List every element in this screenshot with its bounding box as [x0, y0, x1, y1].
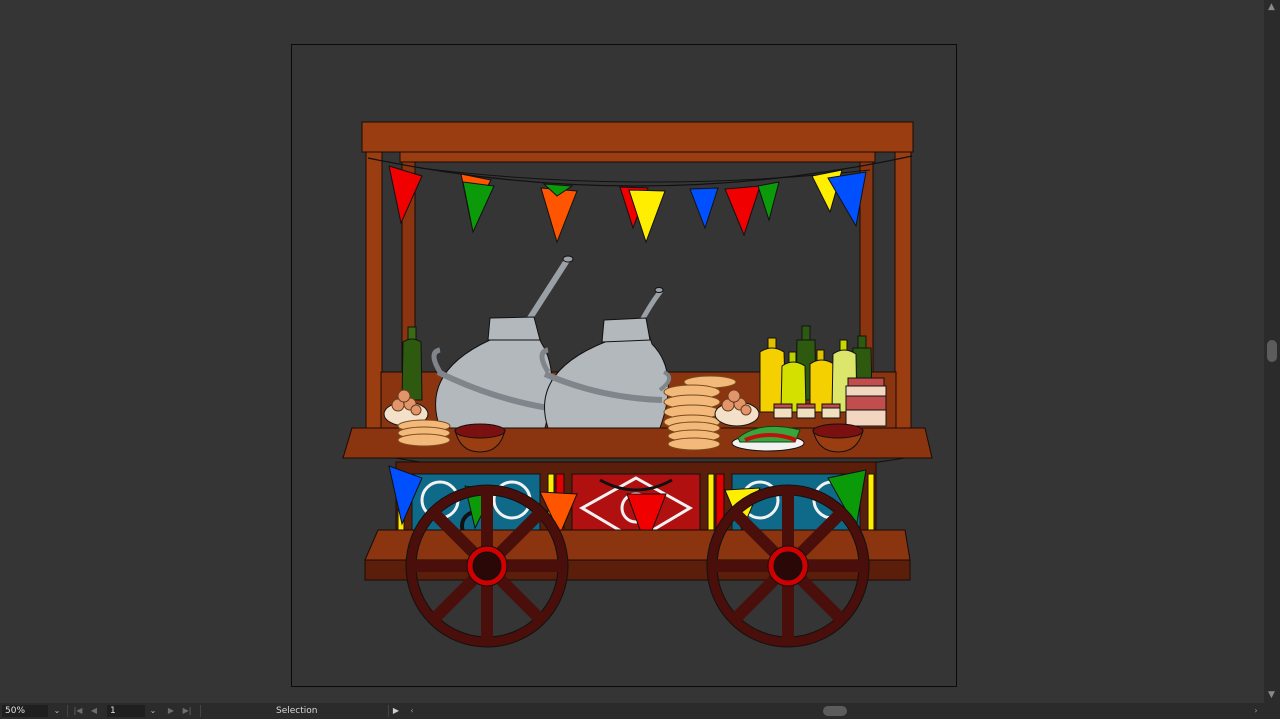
chevron-right-icon[interactable]: ›: [1250, 703, 1262, 719]
cart-base-top: [364, 529, 911, 561]
cart-post-right: [894, 151, 912, 431]
wheel-right: [706, 484, 870, 648]
page-number-field[interactable]: 1: [107, 705, 145, 717]
chevron-down-icon[interactable]: ⌄: [146, 703, 160, 719]
roof-beam: [399, 151, 876, 163]
bunting-flag-blue: [689, 187, 719, 230]
prev-page-icon[interactable]: ◀: [88, 703, 100, 719]
wheel-left: [405, 484, 569, 648]
bread-stack-center: [667, 421, 721, 451]
vertical-scroll-thumb[interactable]: [1267, 340, 1277, 362]
bunting-flag-red-2: [724, 185, 761, 237]
cart-roof: [361, 121, 914, 153]
bunting-flag-orange: [540, 187, 578, 244]
current-tool-label: Selection: [276, 706, 318, 716]
zoom-level-field[interactable]: 50%: [2, 705, 48, 717]
first-page-icon[interactable]: |◀: [72, 703, 84, 719]
bunting-flag-green-2: [757, 181, 780, 222]
bread-stack-left: [397, 419, 451, 447]
divider: [388, 705, 389, 717]
vertical-scrollbar[interactable]: ▲ ▼: [1264, 0, 1280, 703]
horizontal-scroll-thumb[interactable]: [823, 706, 847, 716]
divider: [67, 705, 68, 717]
next-page-icon[interactable]: ▶: [165, 703, 177, 719]
chevron-up-icon[interactable]: ▲: [1268, 2, 1275, 12]
divider: [200, 705, 201, 717]
status-bar: 50% ⌄ |◀ ◀ 1 ⌄ ▶ ▶| Selection ▶ ‹ ›: [0, 703, 1280, 719]
chevron-down-icon[interactable]: ⌄: [50, 703, 64, 719]
chevron-down-icon[interactable]: ▼: [1268, 690, 1275, 700]
artboard[interactable]: [291, 44, 957, 687]
cooking-pot-right: [539, 287, 672, 429]
canvas-workspace[interactable]: [0, 0, 1264, 703]
food-cart-illustration[interactable]: [291, 44, 957, 687]
last-page-icon[interactable]: ▶|: [181, 703, 193, 719]
bunting-flag-green: [462, 181, 495, 234]
chevron-left-icon[interactable]: ‹: [406, 703, 418, 719]
play-right-icon[interactable]: ▶: [390, 703, 402, 719]
cart-post-left: [365, 151, 383, 431]
